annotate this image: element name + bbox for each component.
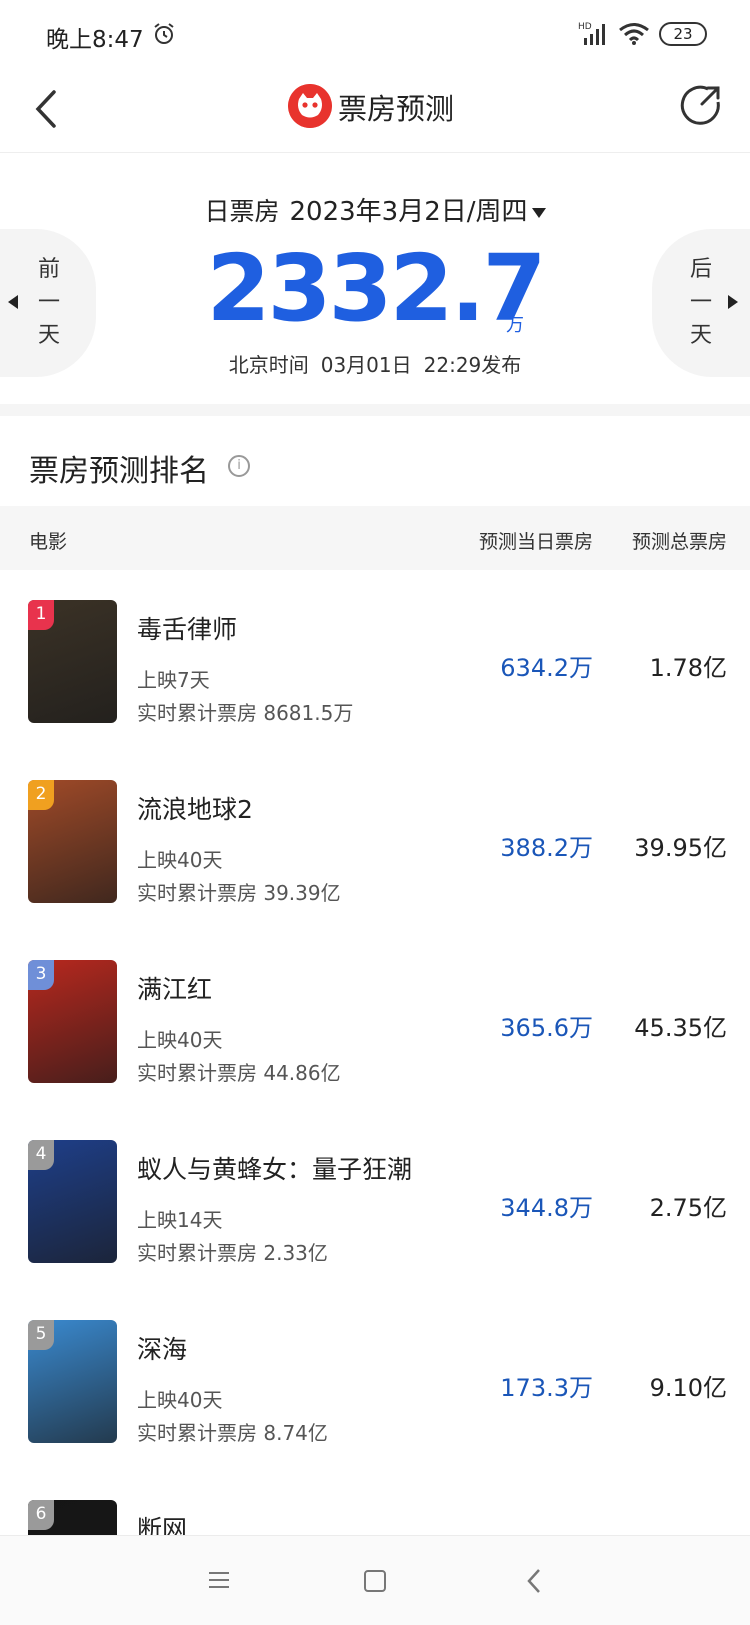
predicted-total-box-office: 9.10亿 <box>649 1374 727 1402</box>
predicted-day-box-office: 634.2万 <box>500 654 593 682</box>
daily-box-office-value: 2332.7 <box>206 235 546 342</box>
column-day-box-office[interactable]: 预测当日票房 <box>479 527 593 554</box>
movie-cumulative-box-office: 实时累计票房 39.39亿 <box>137 881 341 905</box>
status-bar: 晚上8:47 HD 23 <box>0 0 750 68</box>
battery-icon: 23 <box>659 22 707 46</box>
wifi-icon <box>619 23 649 45</box>
triangle-right-icon <box>728 295 738 309</box>
date-label: 日票房 <box>204 197 280 226</box>
ranking-list: 1 毒舌律师上映7天实时累计票房 8681.5万 634.2万 1.78亿 2 流浪地球2… <box>0 570 750 1625</box>
rank-badge: 6 <box>28 1500 54 1530</box>
movie-release-days: 上映40天 <box>137 848 223 872</box>
movie-poster[interactable]: 2 <box>28 780 117 903</box>
signal-hd-label: HD <box>578 22 592 32</box>
movie-row[interactable]: 3 满江红上映40天实时累计票房 44.86亿 365.6万 45.35亿 <box>0 930 750 1110</box>
next-day-char-2: 一 <box>689 290 712 315</box>
movie-cumulative-box-office: 实时累计票房 44.86亿 <box>137 1061 341 1085</box>
next-day-char-1: 后 <box>689 257 712 282</box>
movie-row[interactable]: 5 深海上映40天实时累计票房 8.74亿 173.3万 9.10亿 <box>0 1290 750 1470</box>
movie-cumulative-box-office: 实时累计票房 2.33亿 <box>137 1241 328 1265</box>
publish-clock: 22:29发布 <box>423 353 522 377</box>
rank-badge: 4 <box>28 1140 54 1170</box>
publish-date: 03月01日 <box>320 353 412 377</box>
date-value: 2023年3月2日/周四 <box>289 197 528 227</box>
movie-release-days: 上映40天 <box>137 1388 223 1412</box>
next-day-label: 后 一 天 <box>686 253 716 352</box>
predicted-day-box-office: 365.6万 <box>500 1014 593 1042</box>
publish-time: 北京时间 03月01日 22:29发布 <box>0 349 750 378</box>
predicted-total-box-office: 1.78亿 <box>649 654 727 682</box>
screen: 晚上8:47 HD 23 票房预测 日票房 2023年3月2日/周四 前 一 天… <box>0 0 750 1625</box>
predicted-day-box-office: 388.2万 <box>500 834 593 862</box>
dropdown-triangle-icon <box>531 208 546 218</box>
movie-poster[interactable]: 3 <box>28 960 117 1083</box>
section-divider <box>0 404 750 416</box>
movie-row[interactable]: 1 毒舌律师上映7天实时累计票房 8681.5万 634.2万 1.78亿 <box>0 570 750 750</box>
box-office-unit: 万 <box>506 315 524 336</box>
alarm-icon <box>154 23 174 44</box>
share-icon[interactable] <box>680 84 722 126</box>
system-nav-bar <box>0 1535 750 1625</box>
rank-badge: 2 <box>28 780 54 810</box>
menu-icon[interactable] <box>208 1570 230 1590</box>
rank-badge: 3 <box>28 960 54 990</box>
movie-title: 蚁人与黄蜂女：量子狂潮 <box>137 1155 413 1184</box>
rank-badge: 1 <box>28 600 54 630</box>
daily-box-office-panel: 日票房 2023年3月2日/周四 前 一 天 2332.7 万 后 一 天 北京时… <box>0 152 750 404</box>
movie-cumulative-box-office: 实时累计票房 8.74亿 <box>137 1421 328 1445</box>
movie-poster[interactable]: 4 <box>28 1140 117 1263</box>
date-selector[interactable]: 日票房 2023年3月2日/周四 <box>0 191 750 228</box>
status-time: 晚上8:47 <box>46 27 144 53</box>
page-title: 票房预测 <box>338 92 455 126</box>
movie-poster[interactable]: 5 <box>28 1320 117 1443</box>
back-arrow-icon[interactable] <box>30 84 66 134</box>
nav-bar: 票房预测 <box>0 68 750 152</box>
movie-title: 深海 <box>137 1335 188 1364</box>
movie-title: 流浪地球2 <box>137 795 253 824</box>
signal-icon: HD <box>578 22 605 45</box>
predicted-total-box-office: 2.75亿 <box>649 1194 727 1222</box>
predicted-day-box-office: 344.8万 <box>500 1194 593 1222</box>
info-icon[interactable]: i <box>228 455 250 477</box>
next-day-char-3: 天 <box>689 323 712 348</box>
column-movie: 电影 <box>29 531 68 553</box>
movie-row[interactable]: 4 蚁人与黄蜂女：量子狂潮上映14天实时累计票房 2.33亿 344.8万 2.75亿 <box>0 1110 750 1290</box>
home-icon[interactable] <box>364 1570 386 1592</box>
movie-release-days: 上映40天 <box>137 1028 223 1052</box>
column-total-box-office[interactable]: 预测总票房 <box>632 527 727 554</box>
predicted-total-box-office: 39.95亿 <box>634 834 727 862</box>
movie-title: 满江红 <box>137 975 213 1004</box>
rank-badge: 5 <box>28 1320 54 1350</box>
movie-cumulative-box-office: 实时累计票房 8681.5万 <box>137 701 354 725</box>
movie-title: 毒舌律师 <box>137 615 238 644</box>
section-title: 票房预测排名 <box>29 454 209 489</box>
movie-release-days: 上映7天 <box>137 668 210 692</box>
movie-release-days: 上映14天 <box>137 1208 223 1232</box>
predicted-total-box-office: 45.35亿 <box>634 1014 727 1042</box>
system-back-icon[interactable] <box>526 1568 542 1594</box>
maoyan-logo-icon <box>288 84 332 128</box>
publish-prefix: 北京时间 <box>228 353 309 377</box>
movie-row[interactable]: 2 流浪地球2 上映40天实时累计票房 39.39亿 388.2万 39.95亿 <box>0 750 750 930</box>
movie-poster[interactable]: 1 <box>28 600 117 723</box>
predicted-day-box-office: 173.3万 <box>500 1374 593 1402</box>
table-header: 电影 预测当日票房 预测总票房 <box>0 506 750 570</box>
